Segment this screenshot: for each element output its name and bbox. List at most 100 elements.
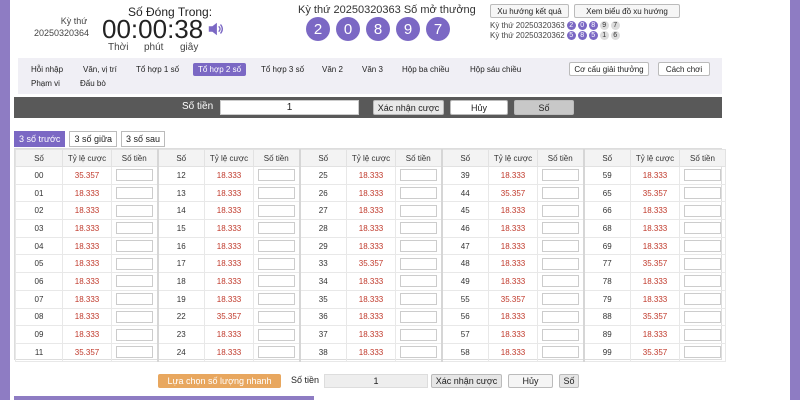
bet-amount-input[interactable] [684, 222, 721, 235]
bet-amount-input[interactable] [684, 275, 721, 288]
bet-amount-input[interactable] [258, 293, 295, 306]
nav-item-active[interactable]: Tổ hợp 2 số [193, 63, 247, 76]
trend-chart-button[interactable]: Xem biểu đồ xu hướng [574, 4, 680, 18]
bet-amount-input[interactable] [400, 328, 437, 341]
bet-amount-input[interactable] [400, 222, 437, 235]
nav-item[interactable]: Văn 2 [317, 63, 348, 76]
cancel-button[interactable]: Hủy [450, 100, 508, 115]
bet-amount-input[interactable] [684, 240, 721, 253]
bet-amount-input[interactable] [542, 169, 579, 182]
number-cell: 26 [298, 183, 347, 203]
amount-cell [537, 342, 584, 362]
nav-item[interactable]: Hộp sáu chiều [465, 63, 526, 76]
bet-amount-input[interactable] [116, 310, 153, 323]
bet-amount-input[interactable] [684, 293, 721, 306]
nav-item[interactable]: Văn, vị trí [78, 63, 122, 76]
bet-amount-input[interactable] [684, 346, 721, 359]
nav-item[interactable]: Hỗi nhập [26, 63, 68, 76]
bet-amount-input[interactable] [116, 328, 153, 341]
confirm-bet-button[interactable]: Xác nhận cược [373, 100, 444, 115]
bet-amount-input[interactable] [542, 204, 579, 217]
number-cell: 46 [440, 219, 489, 238]
bet-amount-input[interactable] [116, 222, 153, 235]
bet-amount-input[interactable] [542, 346, 579, 359]
bet-amount-input[interactable] [258, 169, 295, 182]
bet-amount-input[interactable] [542, 187, 579, 200]
bottom-cancel-button[interactable]: Hủy [508, 374, 553, 388]
quick-select-button[interactable]: Lựa chọn số lượng nhanh [158, 374, 281, 388]
prize-structure-button[interactable]: Cơ cấu giải thưởng [569, 62, 649, 76]
bet-amount-input[interactable] [258, 222, 295, 235]
bet-amount-input[interactable] [116, 204, 153, 217]
bet-amount-input[interactable] [684, 310, 721, 323]
bet-amount-input[interactable] [258, 328, 295, 341]
bet-amount-input[interactable] [258, 187, 295, 200]
bet-amount-input[interactable] [684, 204, 721, 217]
bet-amount-input[interactable] [400, 169, 437, 182]
bet-amount-input[interactable] [542, 257, 579, 270]
amount-cell [253, 342, 300, 362]
odds-cell: 18.333 [62, 272, 112, 291]
bet-amount-input[interactable] [684, 257, 721, 270]
bet-amount-input[interactable] [116, 275, 153, 288]
tab-last-three[interactable]: 3 số sau [120, 131, 166, 147]
trend-result-button[interactable]: Xu hướng kết quả [490, 4, 569, 18]
bet-amount-input[interactable] [400, 187, 437, 200]
nav-item[interactable]: Hộp ba chiều [397, 63, 454, 76]
number-cell: 66 [582, 201, 631, 221]
unit-minute: phút [144, 42, 164, 53]
bet-amount-input[interactable] [400, 310, 437, 323]
bet-amount-input[interactable] [116, 169, 153, 182]
bet-amount-input[interactable] [542, 328, 579, 341]
bet-amount-input[interactable] [258, 204, 295, 217]
bet-amount-input[interactable] [684, 328, 721, 341]
number-cell: 09 [15, 325, 63, 344]
amount-cell [679, 166, 726, 185]
nav-item[interactable]: Tổ hợp 3 số [256, 63, 309, 76]
nav-item[interactable]: Đấu bò [75, 77, 111, 90]
bet-amount-input[interactable] [116, 240, 153, 253]
bet-amount-input[interactable] [542, 275, 579, 288]
bet-amount-input[interactable] [400, 346, 437, 359]
nav-item[interactable]: Văn 3 [357, 63, 388, 76]
bet-amount-input[interactable] [400, 257, 437, 270]
number-cell: 12 [156, 166, 205, 185]
bottom-confirm-button[interactable]: Xác nhận cược [431, 374, 502, 388]
bet-amount-input[interactable] [542, 240, 579, 253]
bottom-amount-input[interactable]: 1 [324, 374, 428, 388]
amount-input[interactable]: 1 [220, 100, 359, 115]
bet-amount-input[interactable] [258, 346, 295, 359]
table-row: 00 35.357 12 18.333 25 18.333 39 18.333 59 18.333 [15, 166, 726, 185]
bet-amount-input[interactable] [258, 240, 295, 253]
bet-amount-input[interactable] [116, 293, 153, 306]
history-row: Kỳ thứ 20250320362 5 8 5 1 6 [490, 31, 620, 40]
bet-amount-input[interactable] [684, 169, 721, 182]
numbers-button[interactable]: Số [514, 100, 574, 115]
bet-amount-input[interactable] [542, 293, 579, 306]
nav-item[interactable]: Tổ hợp 1 số [131, 63, 184, 76]
bet-amount-input[interactable] [400, 204, 437, 217]
number-cell: 18 [156, 272, 205, 291]
tab-middle-three[interactable]: 3 số giữa [69, 131, 117, 147]
bet-amount-input[interactable] [542, 310, 579, 323]
bet-amount-input[interactable] [542, 222, 579, 235]
bet-amount-input[interactable] [116, 346, 153, 359]
bet-amount-input[interactable] [116, 187, 153, 200]
bet-amount-input[interactable] [258, 310, 295, 323]
bet-amount-input[interactable] [116, 257, 153, 270]
speaker-icon[interactable] [207, 20, 225, 38]
bet-amount-input[interactable] [400, 293, 437, 306]
amount-cell [395, 289, 442, 309]
bet-amount-input[interactable] [684, 187, 721, 200]
bet-amount-input[interactable] [258, 257, 295, 270]
odds-cell: 18.333 [62, 325, 112, 344]
bet-amount-input[interactable] [258, 275, 295, 288]
bet-amount-input[interactable] [400, 275, 437, 288]
bottom-numbers-button[interactable]: Số [559, 374, 579, 388]
how-to-play-button[interactable]: Cách chơi [658, 62, 710, 76]
tab-first-three[interactable]: 3 số trước [14, 131, 66, 147]
nav-item[interactable]: Phạm vi [26, 77, 65, 90]
bet-amount-input[interactable] [400, 240, 437, 253]
amount-cell [253, 201, 300, 221]
amount-cell [679, 272, 726, 291]
